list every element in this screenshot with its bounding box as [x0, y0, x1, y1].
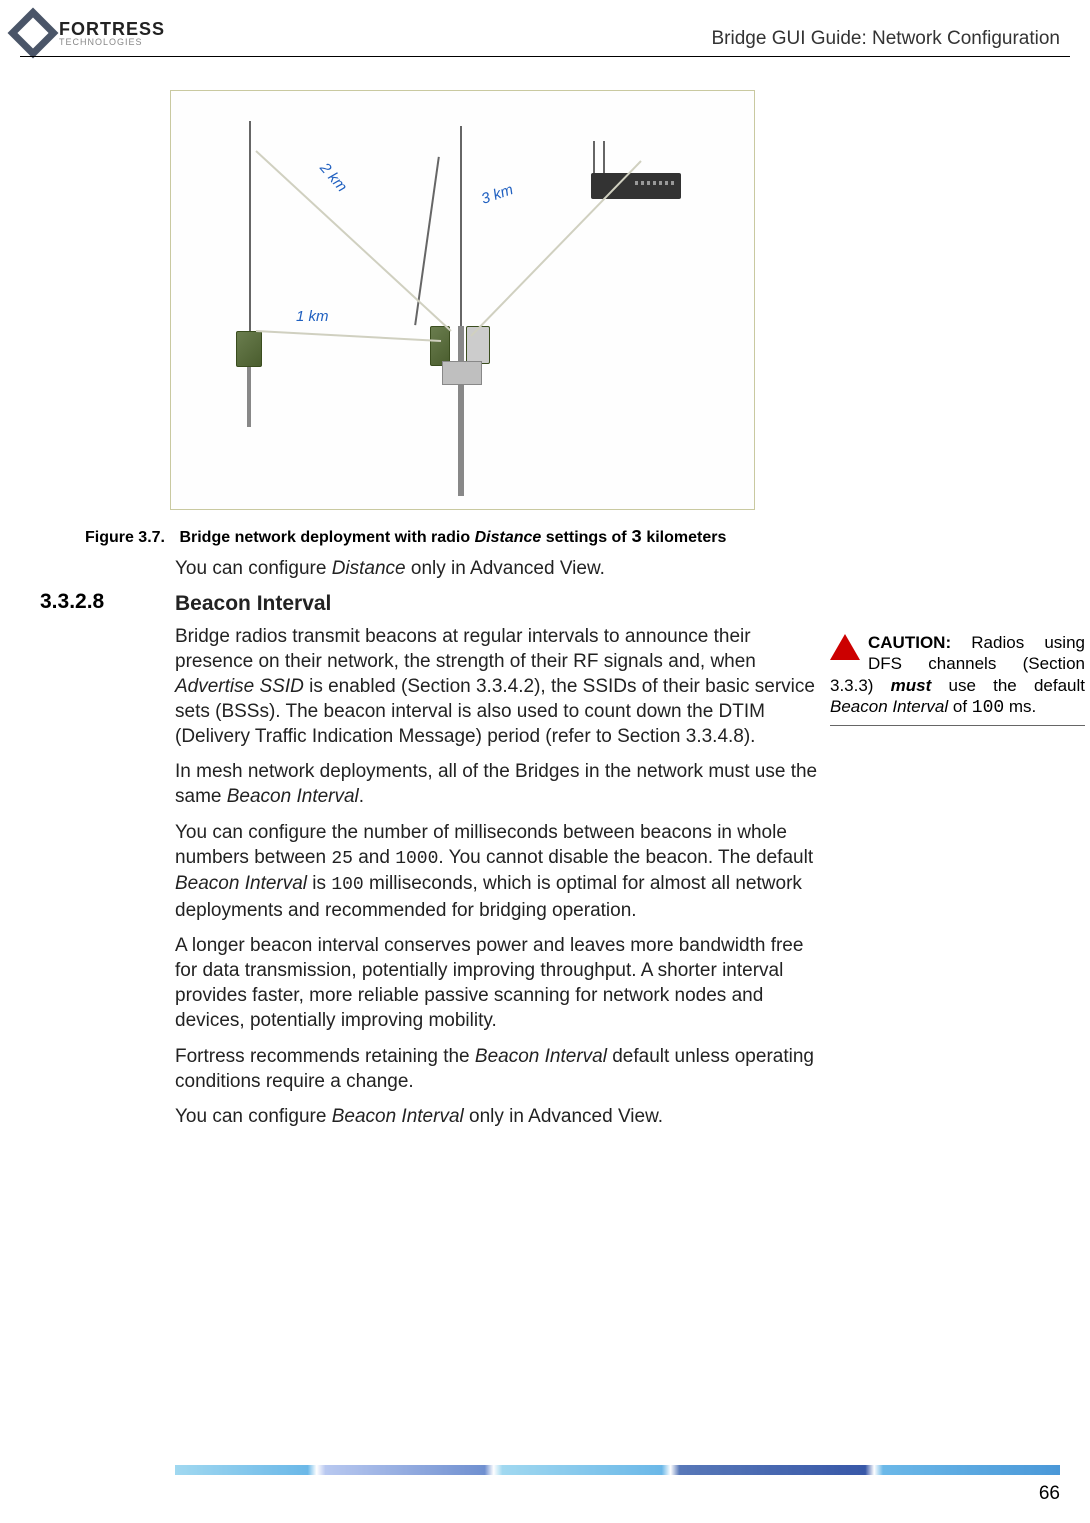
distance-label-3: 3 km [479, 181, 515, 208]
section-number: 3.3.2.8 [40, 590, 104, 614]
paragraph-2: In mesh network deployments, all of the … [175, 759, 820, 809]
distance-label-1: 1 km [296, 308, 329, 325]
paragraph-6: You can configure Beacon Interval only i… [175, 1104, 820, 1129]
caution-label: CAUTION: [868, 633, 951, 652]
logo-main-text: FORTRESS [59, 20, 165, 38]
caution-divider [830, 725, 1085, 726]
body-text: Bridge radios transmit beacons at regula… [175, 624, 820, 1139]
section-title: Beacon Interval [175, 590, 820, 618]
figure-caption: Figure 3.7. Bridge network deployment wi… [45, 528, 726, 548]
figure-number: Figure 3.7. [45, 529, 165, 547]
brand-logo: FORTRESS TECHNOLOGIES [15, 15, 165, 51]
distance-label-2: 2 km [316, 160, 350, 196]
page-number: 66 [1039, 1483, 1060, 1505]
caution-icon [830, 634, 862, 662]
section-heading: Beacon Interval [175, 590, 820, 624]
figure-illustration: 1 km 2 km 3 km [170, 90, 755, 510]
paragraph-5: Fortress recommends retaining the Beacon… [175, 1044, 820, 1094]
paragraph-3: You can configure the number of millisec… [175, 820, 820, 924]
header-rule [20, 56, 1070, 57]
logo-icon [8, 8, 59, 59]
logo-sub-text: TECHNOLOGIES [59, 38, 165, 47]
paragraph-4: A longer beacon interval conserves power… [175, 933, 820, 1033]
page-header-title: Bridge GUI Guide: Network Configuration [712, 28, 1061, 50]
logo-text-group: FORTRESS TECHNOLOGIES [59, 20, 165, 47]
paragraph-distance-advanced: You can configure Distance only in Advan… [175, 556, 820, 581]
figure-caption-text: Bridge network deployment with radio Dis… [179, 529, 726, 546]
footer-decoration [175, 1465, 1060, 1475]
paragraph-1: Bridge radios transmit beacons at regula… [175, 624, 820, 749]
caution-note: CAUTION: Radios using DFS channels (Sect… [830, 632, 1085, 726]
